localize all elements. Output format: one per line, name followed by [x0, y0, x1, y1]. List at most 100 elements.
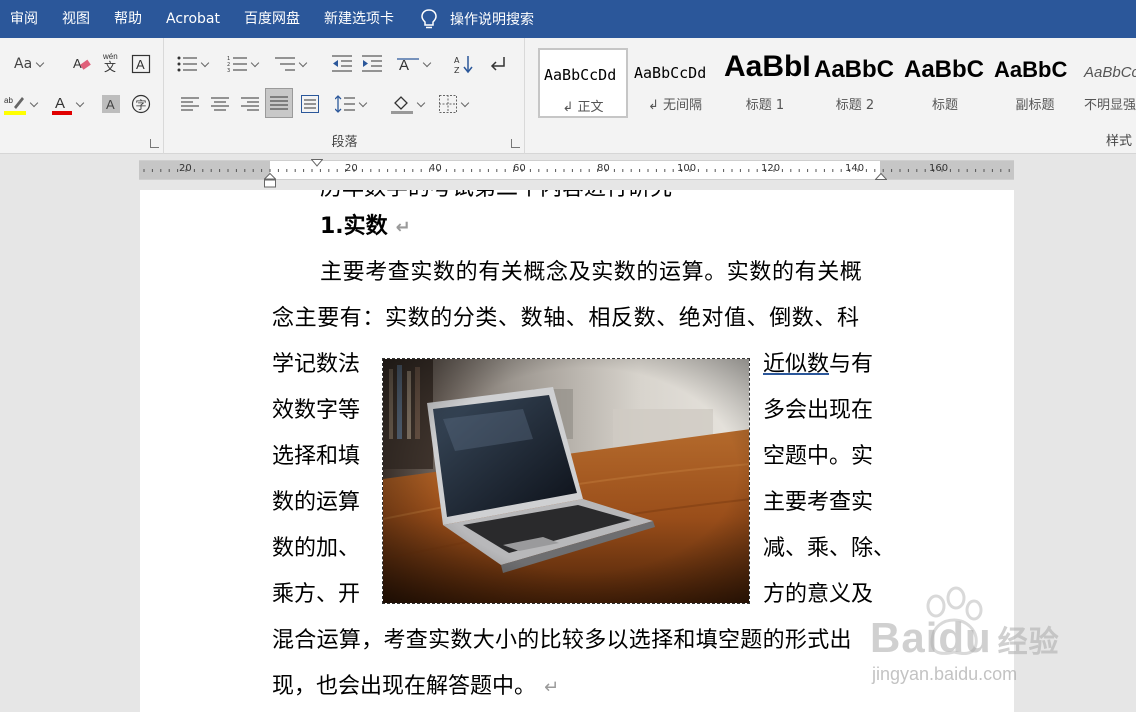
- doc-link-approx-number[interactable]: 近似数: [763, 352, 829, 377]
- font-group: Aa A wén 文 A ab A A 字: [0, 38, 164, 154]
- ruler-label-60: 60: [513, 163, 526, 174]
- watermark-brand-cn: 经验: [997, 625, 1060, 660]
- style-no-spacing[interactable]: AaBbCcDd ↲ 无间隔: [630, 48, 720, 118]
- chinese-layout-button[interactable]: A: [397, 52, 430, 76]
- style-normal-name: ↲ 正文: [562, 100, 604, 115]
- char-border-icon: A: [131, 54, 151, 74]
- clear-format-button[interactable]: A: [70, 52, 94, 76]
- align-right-icon: [241, 97, 259, 111]
- doc-right-4: 主要考查实: [763, 490, 874, 515]
- ruler-label-left-20: 20: [179, 163, 192, 174]
- numbering-button[interactable]: 123: [227, 52, 258, 76]
- style-title[interactable]: AaBbC 标题: [900, 48, 990, 118]
- right-indent-marker[interactable]: [875, 173, 887, 181]
- menu-review[interactable]: 审阅: [0, 0, 50, 38]
- distributed-button[interactable]: [299, 92, 321, 116]
- laptop-photo[interactable]: [382, 358, 750, 604]
- ruler-label-20: 20: [345, 163, 358, 174]
- borders-button[interactable]: [439, 92, 468, 116]
- decrease-indent-button[interactable]: [331, 52, 353, 76]
- decrease-indent-icon: [332, 55, 352, 72]
- paragraph-group-label: 段落: [331, 135, 358, 150]
- align-center-icon: [211, 97, 229, 111]
- menu-new-tab[interactable]: 新建选项卡: [312, 0, 406, 38]
- style-heading-2[interactable]: AaBbC 标题 2: [810, 48, 900, 118]
- align-center-button[interactable]: [209, 92, 231, 116]
- doc-right-6: 方的意义及: [763, 582, 874, 607]
- bullets-button[interactable]: [177, 52, 208, 76]
- doc-left-1: 学记数法: [272, 352, 361, 377]
- style-heading-2-preview: AaBbC: [814, 56, 895, 83]
- ribbon: Aa A wén 文 A ab A A 字 1 2 3 A A Z 段落 AaB…: [0, 38, 1136, 154]
- doc-line-after-2: 现，也会出现在解答题中。 ↵: [272, 672, 559, 703]
- align-right-button[interactable]: [239, 92, 261, 116]
- justify-icon: [270, 96, 288, 110]
- svg-text:Z: Z: [454, 66, 460, 74]
- style-subtle-emphasis[interactable]: AaBbCc 不明显强调: [1080, 48, 1136, 118]
- line-spacing-button[interactable]: [335, 92, 366, 116]
- style-subtitle[interactable]: AaBbC 副标题: [990, 48, 1080, 118]
- doc-left-2: 效数字等: [272, 398, 361, 423]
- ruler-label-40: 40: [429, 163, 442, 174]
- character-shading-button[interactable]: A: [100, 92, 122, 116]
- style-heading-1-preview: AaBbI: [724, 50, 810, 83]
- hanging-indent-marker[interactable]: [264, 173, 276, 189]
- ruler-label-120: 120: [761, 163, 781, 174]
- horizontal-ruler[interactable]: 20 20 40 60 80 100 120 140 160: [139, 159, 1014, 188]
- style-title-name: 标题: [931, 98, 958, 113]
- ruler-label-140: 140: [845, 163, 865, 174]
- style-subtitle-preview: AaBbC: [994, 57, 1068, 82]
- enclose-char-icon: 字: [131, 94, 151, 114]
- multilevel-list-button[interactable]: [275, 52, 306, 76]
- lightbulb-icon: [421, 9, 437, 29]
- paint-bucket-icon: [391, 96, 413, 114]
- style-subtle-emphasis-name: 不明显强调: [1084, 98, 1136, 113]
- sort-button[interactable]: AZ: [453, 52, 475, 76]
- paragraph-mark-icon: [490, 57, 505, 71]
- doc-heading-text: 1.实数: [320, 214, 388, 239]
- doc-left-6: 乘方、开: [272, 582, 361, 607]
- change-case-button[interactable]: Aa: [14, 52, 43, 76]
- enclose-characters-button[interactable]: 字: [130, 92, 152, 116]
- svg-text:ab: ab: [4, 96, 13, 105]
- svg-text:文: 文: [104, 59, 116, 73]
- font-dialog-launcher[interactable]: [150, 139, 159, 148]
- menu-acrobat[interactable]: Acrobat: [154, 0, 232, 38]
- increase-indent-button[interactable]: [361, 52, 383, 76]
- doc-heading: 1.实数 ↵: [320, 212, 411, 243]
- align-left-icon: [181, 97, 199, 111]
- style-subtitle-name: 副标题: [1015, 98, 1055, 113]
- tell-me-search[interactable]: 操作说明搜索: [406, 8, 534, 30]
- doc-right-1-rest: 与有: [829, 352, 874, 377]
- doc-left-5: 数的加、: [272, 536, 361, 561]
- highlight-color-button[interactable]: ab: [4, 92, 37, 116]
- menu-bar: 审阅 视图 帮助 Acrobat 百度网盘 新建选项卡 操作说明搜索: [0, 0, 1136, 38]
- watermark-brand: Baidu 经验: [870, 614, 1060, 661]
- show-marks-button[interactable]: [487, 52, 509, 76]
- justify-button[interactable]: [265, 88, 293, 118]
- paragraph-dialog-launcher[interactable]: [511, 139, 520, 148]
- style-normal[interactable]: AaBbCcDd ↲ 正文: [538, 48, 628, 118]
- ruler-label-160: 160: [929, 163, 949, 174]
- svg-text:A: A: [136, 57, 145, 72]
- styles-gallery: AaBbCcDd ↲ 正文 AaBbCcDd ↲ 无间隔 AaBbI 标题 1 …: [538, 48, 1136, 120]
- doc-line-1: 主要考查实数的有关概念及实数的运算。实数的有关概: [320, 260, 863, 285]
- menu-baidu-netdisk[interactable]: 百度网盘: [232, 0, 312, 38]
- svg-text:A: A: [454, 56, 460, 65]
- tell-me-label: 操作说明搜索: [450, 12, 534, 28]
- style-title-preview: AaBbC: [904, 56, 985, 83]
- align-left-button[interactable]: [179, 92, 201, 116]
- character-border-button[interactable]: A: [130, 52, 152, 76]
- doc-line-partial: 历年数学的考试第二个内容进行研究: [320, 190, 672, 204]
- first-line-indent-marker[interactable]: [311, 159, 323, 167]
- shading-button[interactable]: [391, 92, 424, 116]
- menu-help[interactable]: 帮助: [102, 0, 154, 38]
- styles-group-label: 样式: [1106, 134, 1133, 149]
- phonetic-guide-button[interactable]: wén 文: [100, 50, 122, 74]
- style-heading-1[interactable]: AaBbI 标题 1: [720, 48, 810, 118]
- font-color-button[interactable]: A: [52, 92, 83, 116]
- style-no-spacing-name: ↲ 无间隔: [647, 98, 703, 113]
- doc-left-3: 选择和填: [272, 444, 361, 469]
- style-normal-preview: AaBbCcDd: [544, 66, 617, 84]
- menu-view[interactable]: 视图: [50, 0, 102, 38]
